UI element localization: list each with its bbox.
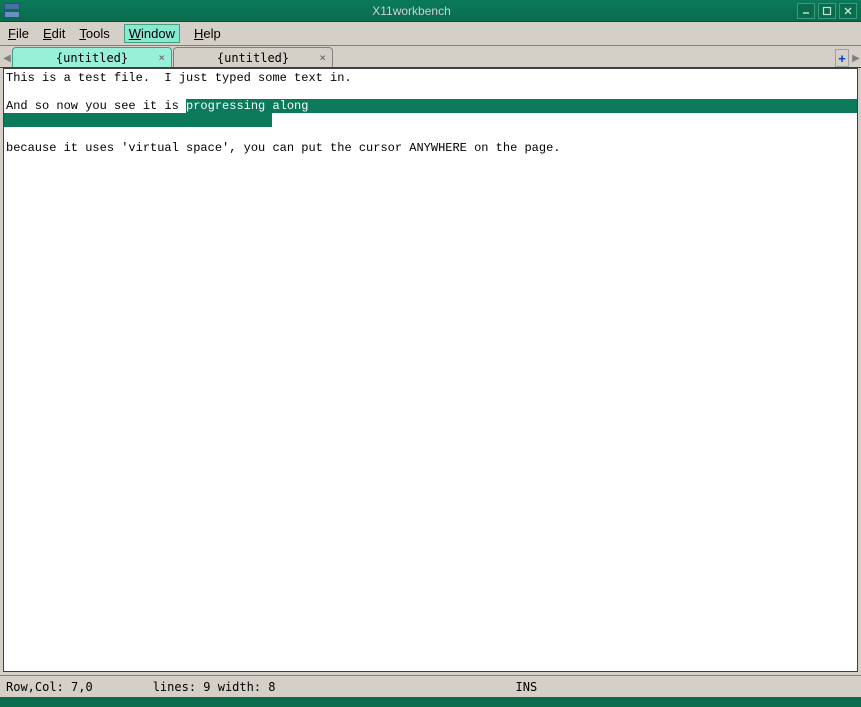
selection-fill — [308, 99, 857, 113]
status-lines: lines: 9 width: 8 — [153, 680, 276, 694]
app-icon — [4, 3, 20, 19]
selection-block — [4, 113, 272, 127]
tab-close-icon[interactable]: × — [158, 51, 165, 64]
tab-1[interactable]: {untitled} × — [173, 47, 333, 67]
menu-tools[interactable]: Tools — [79, 26, 109, 41]
text-line — [4, 127, 857, 141]
text-segment: And so now you see it is — [4, 99, 186, 113]
text-line-selection: And so now you see it is progressing alo… — [4, 99, 857, 113]
text-line-selection — [4, 113, 857, 127]
status-mode: INS — [336, 680, 855, 694]
tab-close-icon[interactable]: × — [319, 51, 326, 64]
selection-text: progressing along — [186, 99, 308, 113]
titlebar: X11workbench — [0, 0, 861, 22]
text-line: This is a test file. I just typed some t… — [4, 71, 857, 85]
tabbar: ◀ {untitled} × {untitled} × + ▶ — [0, 46, 861, 68]
tab-scroll-right[interactable]: ▶ — [851, 49, 861, 67]
close-button[interactable] — [839, 3, 857, 19]
statusbar: Row,Col: 7,0 lines: 9 width: 8 INS — [0, 675, 861, 697]
menu-window[interactable]: Window — [124, 24, 180, 43]
text-line: because it uses 'virtual space', you can… — [4, 141, 857, 155]
tab-add-button[interactable]: + — [835, 49, 849, 67]
text-editor[interactable]: This is a test file. I just typed some t… — [3, 68, 858, 672]
tab-label: {untitled} — [56, 51, 128, 65]
menu-edit[interactable]: Edit — [43, 26, 65, 41]
menu-file[interactable]: File — [8, 26, 29, 41]
tab-scroll-left[interactable]: ◀ — [2, 49, 12, 67]
tab-0[interactable]: {untitled} × — [12, 47, 172, 67]
tab-label: {untitled} — [217, 51, 289, 65]
menubar: File Edit Tools Window Help — [0, 22, 861, 46]
status-rowcol: Row,Col: 7,0 — [6, 680, 93, 694]
maximize-button[interactable] — [818, 3, 836, 19]
minimize-button[interactable] — [797, 3, 815, 19]
text-line — [4, 85, 857, 99]
window-title: X11workbench — [26, 4, 797, 18]
menu-help[interactable]: Help — [194, 26, 221, 41]
